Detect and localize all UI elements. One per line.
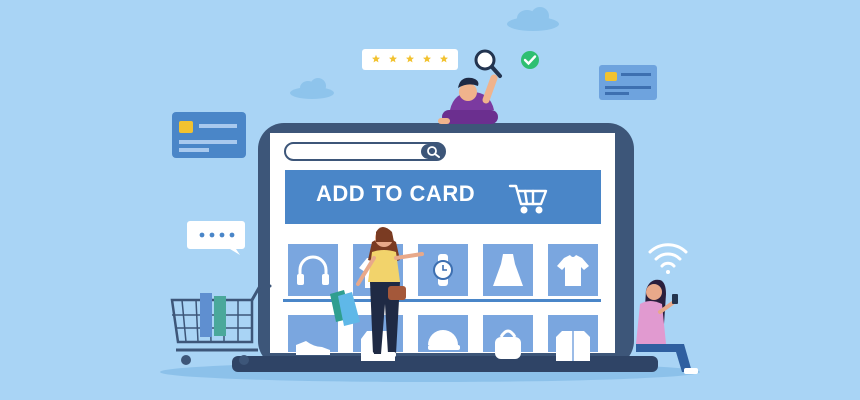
- check-badge-icon: [521, 51, 539, 69]
- shelf-divider: [283, 299, 601, 302]
- product-tile[interactable]: [288, 244, 338, 296]
- chat-bubble-icon: [187, 221, 245, 255]
- shirt-icon: [556, 331, 590, 361]
- search-bar[interactable]: [284, 142, 446, 161]
- person-top: [438, 74, 498, 124]
- rating-card: [362, 49, 458, 70]
- product-tile[interactable]: [418, 244, 468, 296]
- cloud-left: [290, 78, 334, 99]
- product-tile[interactable]: [483, 244, 533, 296]
- credit-card-icon: [172, 112, 246, 158]
- shopping-cart: [170, 284, 272, 365]
- banner-label[interactable]: ADD TO CARD: [316, 181, 475, 207]
- product-tile[interactable]: [288, 315, 338, 355]
- product-tile[interactable]: [548, 244, 598, 296]
- credit-card-icon-right: [599, 65, 657, 100]
- illustration-scene: ADD TO CARD: [0, 0, 860, 400]
- laptop-base: [232, 356, 658, 372]
- cloud-top: [507, 7, 559, 31]
- product-tile[interactable]: [418, 315, 468, 352]
- magnifier-icon: [474, 49, 502, 78]
- wifi-icon: [648, 243, 688, 274]
